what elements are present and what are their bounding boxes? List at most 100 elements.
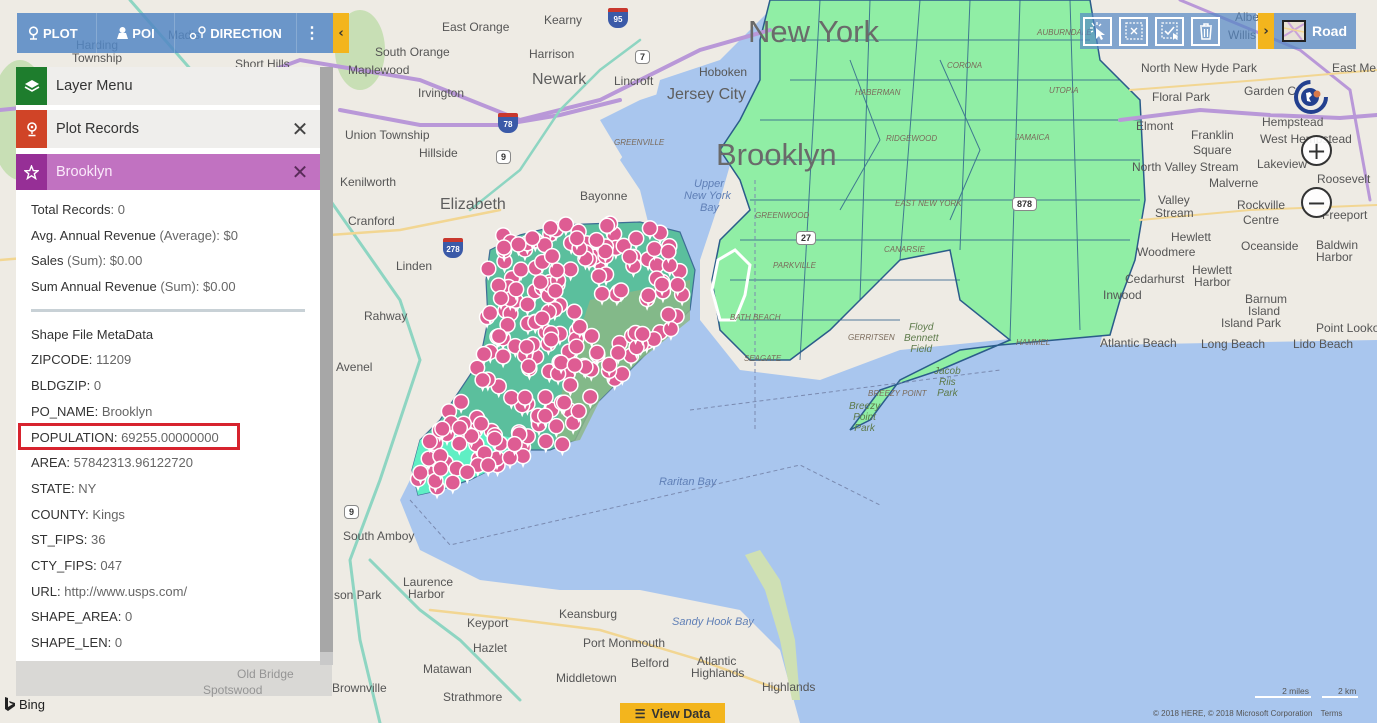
metadata-value: 0	[93, 378, 102, 394]
place-label: son Park	[334, 588, 382, 602]
place-label: Kearny	[544, 13, 583, 27]
neighborhood-label: Haberman	[855, 88, 901, 97]
place-label: South Orange	[375, 45, 450, 59]
place-label: Irvington	[418, 86, 465, 100]
layer-menu-header[interactable]: Layer Menu	[16, 67, 320, 105]
delete-button[interactable]	[1191, 16, 1220, 46]
place-label: Stream	[1155, 206, 1194, 220]
close-icon[interactable]: ✕	[280, 117, 320, 141]
metadata-key: ZIPCODE	[31, 352, 89, 368]
view-data-button[interactable]: ☰ View Data	[620, 703, 725, 723]
direction-button[interactable]: DIRECTION	[175, 13, 297, 53]
metadata-key: COUNTY	[31, 506, 86, 522]
place-label: Hillside	[419, 146, 458, 160]
place-label: Hewlett	[1171, 230, 1212, 244]
metadata-colon: :	[88, 352, 97, 368]
metadata-row-zipcode: ZIPCODE: 11209	[31, 350, 311, 376]
place-label: Strathmore	[443, 690, 503, 704]
direction-label: DIRECTION	[210, 25, 282, 41]
plot-label: PLOT	[43, 25, 78, 41]
metadata-value: Kings	[92, 506, 125, 522]
metadata-row-county: COUNTY: Kings	[31, 505, 311, 531]
summary-key: Sum Annual Revenue	[31, 279, 157, 295]
park-label: Breezy Point Park	[849, 401, 881, 434]
place-label: Valley	[1158, 193, 1190, 207]
neighborhood-label: Corona	[947, 61, 983, 70]
metadata-key: PO_NAME	[31, 403, 95, 419]
scale-km: 2 km	[1322, 686, 1359, 698]
plot-button[interactable]: PLOT	[17, 13, 97, 53]
map-style-road-button[interactable]: Road	[1274, 13, 1356, 49]
plus-icon: +	[1306, 136, 1327, 165]
poi-label: POI	[132, 25, 155, 41]
place-label: East Me	[1332, 61, 1377, 75]
place-label: Highlands	[691, 666, 745, 680]
plot-records-title: Plot Records	[56, 121, 140, 137]
place-label: Linden	[396, 259, 433, 273]
brooklyn-details: Total Records: 0 Avg. Annual Revenue (Ave…	[18, 200, 311, 659]
place-label: Hazlet	[473, 641, 508, 655]
place-label: Atlantic Beach	[1100, 336, 1177, 350]
collapse-panel-button[interactable]: ‹	[333, 13, 349, 53]
app-logo-icon	[1294, 80, 1328, 114]
metadata-row-population: POPULATION: 69255.00000000	[18, 422, 311, 454]
interstate-shield-icon: 278	[443, 238, 463, 258]
place-label: Elmont	[1136, 119, 1174, 133]
scrollbar-thumb[interactable]	[320, 67, 333, 652]
place-label: Highlands	[762, 680, 816, 694]
summary-colon: :	[102, 253, 110, 269]
terms-link[interactable]: Terms	[1321, 709, 1343, 718]
park-label: Jacob Riis Park	[934, 366, 961, 399]
place-label: South Amboy	[343, 529, 415, 543]
place-label: Malverne	[1209, 176, 1259, 190]
place-label: Woodmere	[1137, 245, 1196, 259]
expand-map-style-button[interactable]: ›	[1258, 13, 1274, 49]
metadata-row-bldgzip: BLDGZIP: 0	[31, 376, 311, 402]
metadata-row-shape-len: SHAPE_LEN: 0	[31, 633, 311, 659]
summary-qualifier: (Sum)	[67, 253, 103, 269]
select-area-button[interactable]	[1155, 16, 1184, 46]
select-area-icon	[1160, 22, 1178, 40]
route-shield-icon: 27	[796, 231, 817, 245]
place-label: Middletown	[556, 671, 617, 685]
zoom-out-button[interactable]: −	[1301, 187, 1332, 218]
select-pointer-icon	[1089, 22, 1105, 40]
metadata-colon: :	[83, 532, 91, 548]
route-shield-icon: 878	[1012, 197, 1038, 211]
place-label: Keyport	[467, 616, 509, 630]
brooklyn-title: Brooklyn	[56, 164, 113, 180]
place-label: Oceanside	[1241, 239, 1299, 253]
poi-button[interactable]: POI	[97, 13, 175, 53]
panel-scrollbar[interactable]	[320, 67, 333, 665]
map-pin-icon	[16, 110, 47, 148]
neighborhood-label: Canarsie	[884, 245, 925, 254]
close-icon[interactable]: ✕	[280, 160, 320, 184]
metadata-row-url: URL: http://www.usps.com/	[31, 582, 311, 608]
metadata-value: 0	[124, 609, 133, 625]
metadata-colon: :	[107, 635, 115, 650]
view-data-label: View Data	[651, 707, 711, 721]
select-pointer-button[interactable]	[1083, 16, 1112, 46]
metadata-value: 047	[100, 557, 123, 573]
metadata-value: 0	[114, 635, 123, 650]
zoom-in-button[interactable]: +	[1301, 135, 1332, 166]
route-shield-icon: 7	[635, 50, 651, 64]
panel-backdrop	[16, 661, 332, 696]
city-label: Brooklyn	[716, 137, 837, 172]
metadata-row-st-fips: ST_FIPS: 36	[31, 530, 311, 556]
clear-selection-button[interactable]	[1119, 16, 1148, 46]
place-label: North Valley Stream	[1132, 160, 1239, 174]
metadata-key: SHAPE_LEN	[31, 635, 108, 650]
place-label: Belford	[631, 656, 670, 670]
plot-records-header[interactable]: Plot Records ✕	[16, 110, 320, 148]
brooklyn-header[interactable]: Brooklyn ✕	[16, 154, 320, 190]
metadata-colon: :	[86, 378, 94, 394]
neighborhood-label: Parkville	[773, 261, 816, 270]
clear-selection-icon	[1124, 22, 1143, 40]
neighborhood-label: Greenville	[614, 138, 665, 147]
place-label: East Orange	[442, 20, 510, 34]
neighborhood-label: Ridgewood	[886, 134, 938, 143]
more-options-button[interactable]: ⋮	[297, 13, 327, 53]
water-label: New York	[684, 190, 731, 202]
place-label: Harrison	[529, 47, 575, 61]
